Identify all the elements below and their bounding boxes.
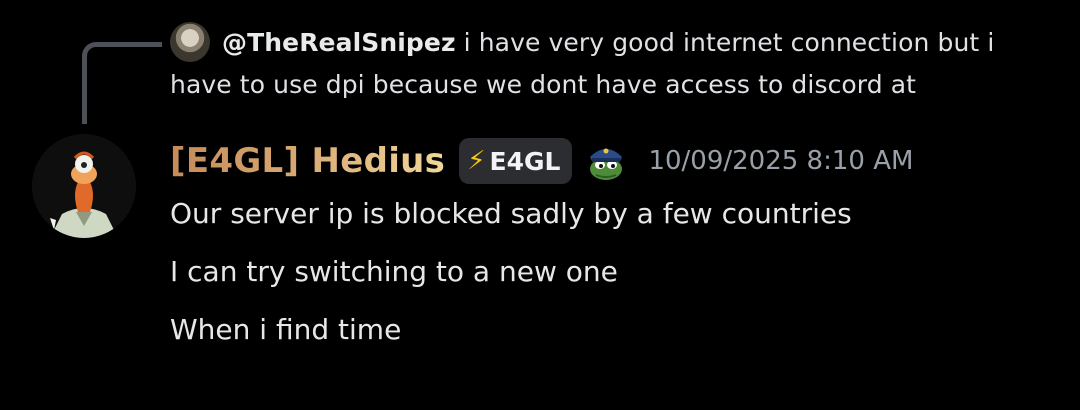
timestamp: 10/09/2025 8:10 AM: [648, 146, 914, 176]
reply-text-block: @TheRealSnipez i have very good internet …: [170, 22, 1050, 106]
reply-avatar[interactable]: [170, 22, 210, 62]
message-line: Our server ip is blocked sadly by a few …: [170, 197, 852, 230]
reply-connector-line: [82, 42, 162, 124]
guild-tag[interactable]: ⚡ E4GL: [459, 138, 573, 184]
reply-preview[interactable]: @TheRealSnipez i have very good internet …: [170, 22, 1050, 106]
username[interactable]: [E4GL] Hedius: [170, 141, 445, 181]
message-header: [E4GL] Hedius ⚡ E4GL 10/09/2025 8:10 AM: [170, 136, 913, 186]
lightning-icon: ⚡: [467, 146, 486, 176]
avatar[interactable]: [32, 134, 136, 238]
message-line: I can try switching to a new one: [170, 255, 618, 288]
reply-author[interactable]: @TheRealSnipez: [222, 28, 456, 57]
pepe-police-emoji[interactable]: [584, 139, 628, 183]
avatar-image: [32, 134, 136, 238]
message-line: When i find time: [170, 313, 402, 346]
guild-tag-label: E4GL: [489, 146, 561, 176]
